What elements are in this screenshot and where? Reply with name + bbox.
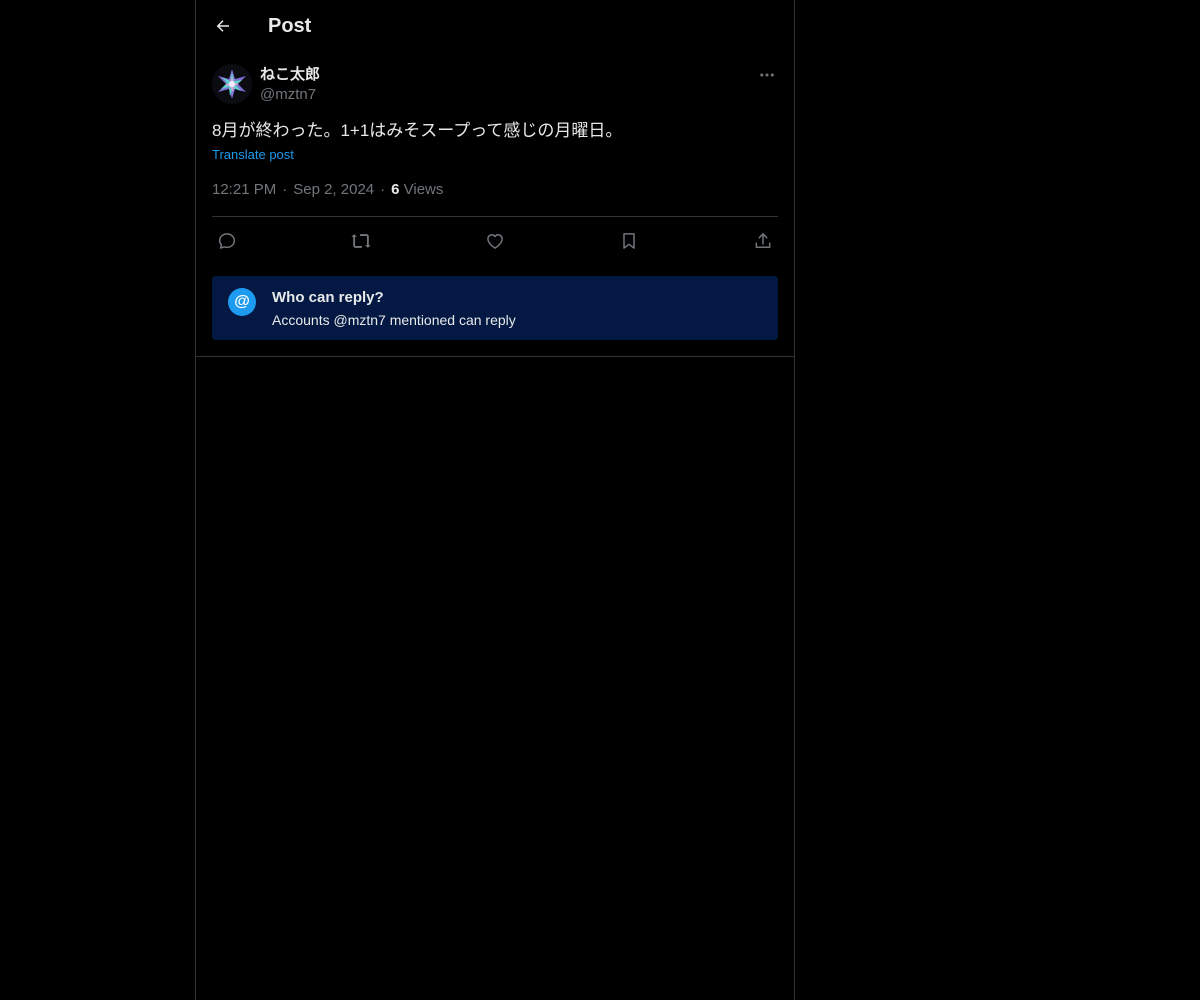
repost-button[interactable] (348, 228, 374, 254)
views-label: Views (403, 181, 444, 198)
like-button[interactable] (482, 228, 508, 254)
post-meta: 12:21 PM · Sep 2, 2024 · 6 Views (212, 181, 443, 199)
repost-icon (351, 234, 371, 248)
action-bar (212, 226, 778, 256)
bookmark-icon (623, 233, 635, 249)
page-title: Post (268, 15, 312, 37)
post-date[interactable]: Sep 2, 2024 (293, 181, 374, 198)
divider (212, 216, 778, 217)
who-can-reply-title: Who can reply? (272, 289, 384, 306)
share-icon (755, 233, 771, 248)
translate-post-link[interactable]: Translate post (212, 147, 294, 163)
more-options-button[interactable] (756, 64, 778, 86)
more-horizontal-icon (760, 73, 774, 77)
reply-icon (218, 233, 236, 249)
who-can-reply-subtitle: Accounts @mztn7 mentioned can reply (272, 312, 516, 328)
display-name[interactable]: ねこ太郎 (260, 66, 320, 84)
post: ねこ太郎 @mztn7 8月が終わった。1+1はみそスープって感じの月曜日。 T… (212, 60, 778, 340)
like-icon (487, 234, 503, 249)
back-button[interactable] (206, 9, 240, 43)
user-handle[interactable]: @mztn7 (260, 86, 316, 104)
main-column: Post ねこ太郎 @mztn7 8月が終わった。1+1はみそスープって感じの月… (195, 0, 795, 1000)
post-text: 8月が終わった。1+1はみそスープって感じの月曜日。 (212, 121, 623, 140)
who-can-reply-box: @ Who can reply? Accounts @mztn7 mention… (212, 276, 778, 340)
reply-button[interactable] (214, 228, 240, 254)
arrow-left-icon (216, 20, 229, 32)
post-bottom-divider (196, 356, 794, 357)
bookmark-button[interactable] (616, 228, 642, 254)
post-time[interactable]: 12:21 PM (212, 181, 276, 198)
author-row: ねこ太郎 @mztn7 (212, 60, 778, 108)
separator-dot: · (282, 181, 288, 198)
views-count: 6 (391, 181, 400, 198)
header: Post (196, 0, 794, 53)
avatar-image (212, 64, 252, 104)
mention-icon: @ (228, 288, 256, 316)
share-button[interactable] (750, 228, 776, 254)
separator-dot: · (380, 181, 386, 198)
avatar[interactable] (212, 64, 252, 104)
